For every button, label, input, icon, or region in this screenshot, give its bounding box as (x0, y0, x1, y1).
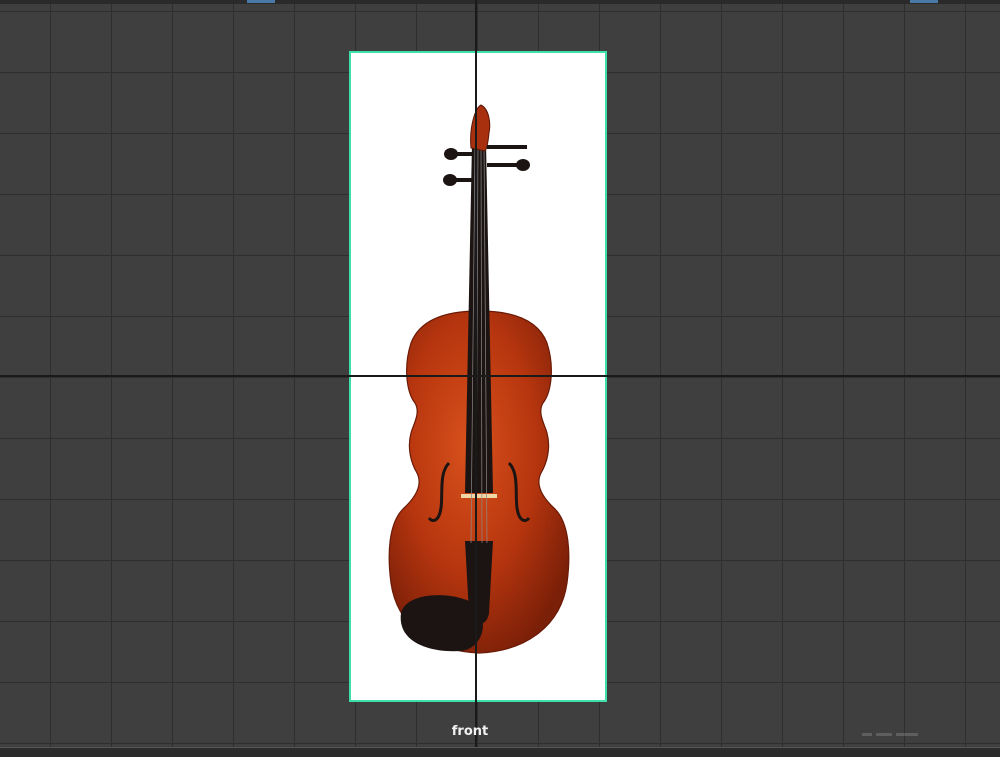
viewport-bottom-bar (0, 747, 1000, 757)
view-name-label: front (451, 724, 489, 739)
vertical-axis-line (475, 0, 477, 747)
violin-neck (465, 143, 493, 493)
toolbar-marker[interactable] (910, 0, 938, 3)
viewport-top-toolbar (0, 0, 1000, 4)
toolbar-marker[interactable] (247, 0, 275, 3)
violin-scroll (470, 104, 491, 152)
horizontal-axis-line (0, 375, 1000, 377)
front-viewport[interactable]: front (0, 0, 1000, 757)
watermark-logo (862, 733, 918, 736)
violin-bridge (461, 494, 497, 498)
violin-chinrest (400, 595, 483, 652)
